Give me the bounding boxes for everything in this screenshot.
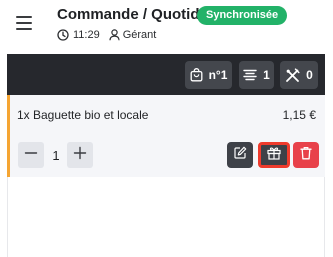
clock-icon [57, 29, 69, 41]
plus-icon [73, 146, 87, 165]
order-line-item[interactable]: 1x Baguette bio et locale 1,15 € 1 [7, 95, 325, 177]
delete-button[interactable] [293, 142, 319, 168]
header: Commande / Quotidien Synchronisée 11:29 … [0, 0, 333, 54]
list-icon [243, 69, 263, 81]
item-name: 1x Baguette bio et locale [17, 108, 149, 122]
edit-icon [233, 146, 247, 164]
status-badge: Synchronisée [197, 6, 288, 25]
order-number: n°1 [208, 68, 228, 82]
order-toolbar: n°1 1 0 [7, 54, 325, 95]
item-price: 1,15 € [282, 108, 316, 122]
gift-icon [267, 146, 281, 165]
edit-button[interactable] [227, 142, 253, 168]
covers-count-chip[interactable]: 0 [280, 61, 318, 89]
covers-count: 0 [306, 68, 313, 82]
lines-count: 1 [263, 68, 270, 82]
gift-button[interactable] [258, 142, 290, 168]
increase-quantity-button[interactable] [67, 142, 93, 168]
cutlery-icon [285, 67, 306, 83]
quantity-value: 1 [52, 148, 60, 163]
minus-icon [24, 146, 38, 165]
order-number-chip[interactable]: n°1 [185, 61, 232, 89]
menu-icon[interactable] [16, 16, 34, 30]
decrease-quantity-button[interactable] [18, 142, 44, 168]
user-role: Gérant [122, 29, 157, 41]
order-lines-empty-area [7, 177, 325, 257]
trash-icon [300, 146, 312, 165]
lines-count-chip[interactable]: 1 [239, 61, 274, 89]
user-icon [109, 29, 120, 41]
current-time: 11:29 [73, 29, 100, 41]
header-meta: 11:29 Gérant [57, 28, 156, 42]
shopping-bag-icon [190, 68, 209, 82]
